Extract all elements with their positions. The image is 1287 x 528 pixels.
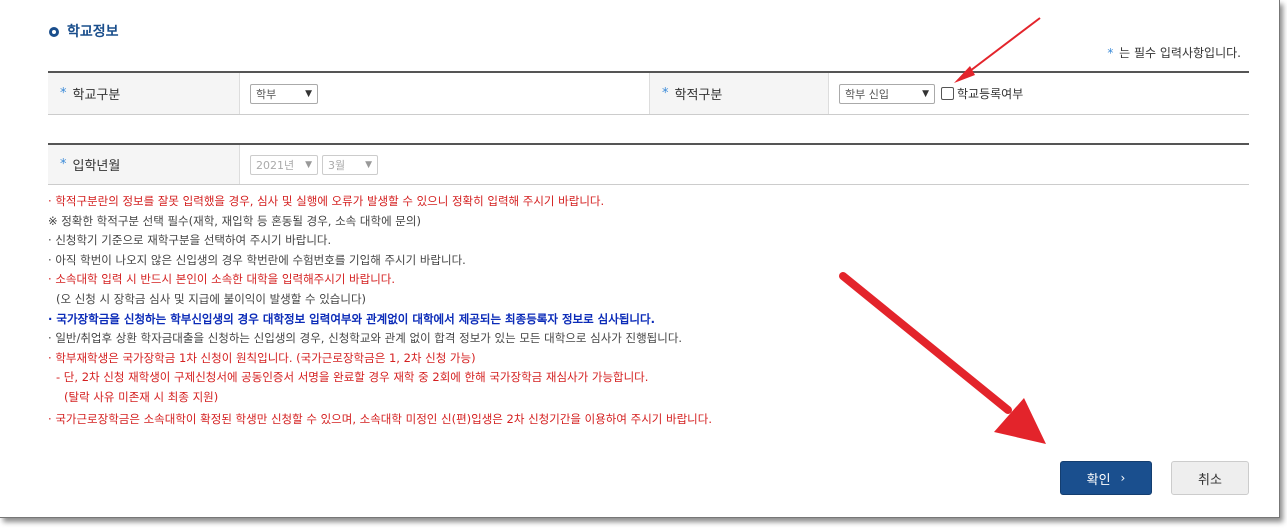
academic-status-value: 학부 신입 (845, 87, 889, 101)
cancel-button[interactable]: 취소 (1171, 461, 1249, 495)
notice-item: · 국가장학금을 신청하는 학부신입생의 경우 대학정보 입력여부와 관계없이 … (48, 311, 655, 326)
academic-status-value-cell: 학부 신입 ▼ 학교등록여부 (829, 73, 1249, 114)
section-header: 학교정보 (49, 21, 119, 41)
required-note-text: 는 필수 입력사항입니다. (1119, 46, 1241, 60)
chevron-down-icon: ▼ (365, 159, 372, 170)
chevron-right-icon: › (1120, 471, 1126, 485)
notice-list: · 학적구분란의 정보를 잘못 입력했을 경우, 심사 및 실행에 오류가 발생… (48, 192, 948, 429)
notice-item: · 학부재학생은 국가장학금 1차 신청이 원칙입니다. (국가근로장학금은 1… (48, 350, 476, 365)
admission-month-value: 3월 (328, 158, 346, 172)
school-type-select[interactable]: 학부 ▼ (250, 83, 318, 104)
required-note: * 는 필수 입력사항입니다. (1107, 44, 1241, 61)
school-type-label: 학교구분 (72, 88, 121, 103)
notice-item: · 학적구분란의 정보를 잘못 입력했을 경우, 심사 및 실행에 오류가 발생… (48, 194, 605, 208)
checkbox-box[interactable] (941, 87, 954, 100)
notice-item: - 단, 2차 신청 재학생이 구제신청서에 공동인증서 서명을 완료할 경우 … (56, 370, 649, 385)
chevron-down-icon: ▼ (305, 159, 312, 170)
admission-label-cell: * 입학년월 (48, 145, 240, 184)
notice-item: · 일반/취업후 상환 학자금대출을 신청하는 신입생의 경우, 신청학교와 관… (48, 331, 683, 346)
notice-item: ※ 정확한 학적구분 선택 필수(재학, 재입학 등 혼동될 경우, 소속 대학… (48, 213, 421, 228)
admission-label: 입학년월 (72, 159, 121, 174)
page-frame: 학교정보 * 는 필수 입력사항입니다. * 학교구분 학부 ▼ * 학적구분 … (0, 0, 1280, 518)
required-star: * (662, 86, 669, 101)
admission-month-select[interactable]: 3월 ▼ (322, 154, 378, 175)
school-type-label-cell: * 학교구분 (48, 73, 240, 114)
notice-item: · 아직 학번이 나오지 않은 신입생의 경우 학번란에 수험번호를 기입해 주… (48, 252, 466, 267)
school-type-value-cell: 학부 ▼ (240, 73, 649, 114)
school-registration-label: 학교등록여부 (957, 87, 1024, 101)
admission-value-cell: 2021년 ▼ 3월 ▼ (240, 145, 1249, 184)
school-registration-checkbox[interactable]: 학교등록여부 (941, 85, 1023, 102)
notice-item: · 소속대학 입력 시 반드시 본인이 소속한 대학을 입력해주시기 바랍니다. (48, 272, 396, 287)
circle-bullet-icon (49, 27, 59, 37)
chevron-down-icon: ▼ (305, 88, 312, 99)
required-star: * (1107, 46, 1114, 60)
academic-status-label-cell: * 학적구분 (649, 73, 829, 114)
required-star: * (60, 86, 67, 101)
required-star: * (60, 157, 67, 172)
cancel-label: 취소 (1198, 472, 1222, 488)
notice-item: · 신청학기 기준으로 재학구분을 선택하여 주시기 바랍니다. (48, 233, 332, 248)
notice-item: · 국가근로장학금은 소속대학이 확정된 학생만 신청할 수 있으며, 소속대학… (48, 411, 712, 426)
chevron-down-icon: ▼ (922, 88, 929, 99)
admission-year-value: 2021년 (256, 158, 295, 172)
admission-year-select[interactable]: 2021년 ▼ (250, 154, 318, 175)
school-type-value: 학부 (256, 87, 277, 101)
notice-item: (오 신청 시 장학금 심사 및 지급에 불이익이 발생할 수 있습니다) (56, 291, 367, 306)
academic-status-label: 학적구분 (674, 88, 723, 103)
academic-status-select[interactable]: 학부 신입 ▼ (839, 83, 935, 104)
form-row-admission: * 입학년월 2021년 ▼ 3월 ▼ (48, 143, 1249, 185)
section-title: 학교정보 (67, 24, 119, 40)
form-row-school: * 학교구분 학부 ▼ * 학적구분 학부 신입 ▼ 학교등록여부 (48, 71, 1249, 115)
notice-item: (탈락 사유 미존재 시 최종 지원) (64, 389, 219, 404)
confirm-button[interactable]: 확인 › (1060, 461, 1152, 495)
confirm-label: 확인 (1086, 472, 1111, 488)
